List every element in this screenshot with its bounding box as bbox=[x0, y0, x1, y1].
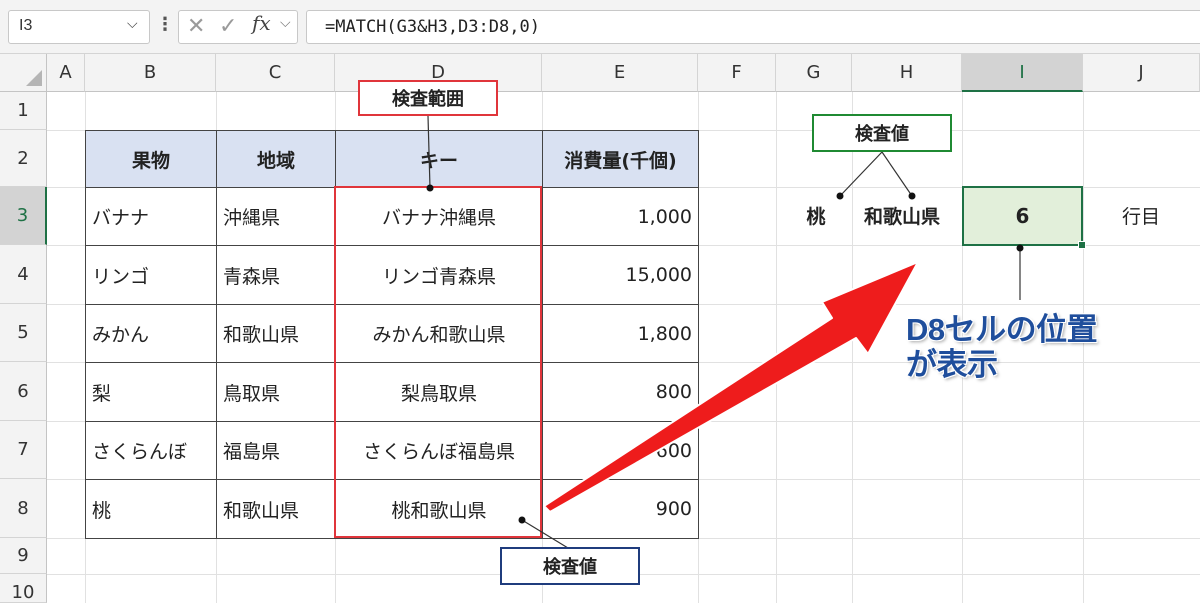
row-header-2[interactable]: 2 bbox=[0, 130, 47, 187]
result-annotation: D8セルの位置 が表示 bbox=[906, 312, 1098, 382]
fill-handle[interactable] bbox=[1078, 241, 1086, 249]
column-header-c[interactable]: C bbox=[216, 54, 335, 92]
select-all-triangle-icon bbox=[26, 70, 42, 86]
row-header-5[interactable]: 5 bbox=[0, 304, 47, 362]
table-cell[interactable]: 900 bbox=[542, 479, 699, 539]
row-header-7[interactable]: 7 bbox=[0, 421, 47, 479]
lookup-range-highlight bbox=[334, 186, 542, 538]
lookup-dot-left bbox=[836, 192, 844, 200]
cell-g3[interactable]: 桃 bbox=[780, 202, 852, 229]
chevron-down-icon[interactable]: ⌵ bbox=[280, 15, 291, 31]
lookup-value-callout-top: 検査値 bbox=[812, 114, 952, 152]
more-options-icon[interactable]: ⋮ bbox=[156, 14, 174, 35]
enter-icon[interactable]: ✓ bbox=[219, 14, 237, 39]
cell-h3[interactable]: 和歌山県 bbox=[850, 202, 954, 229]
insert-function-icon[interactable]: fx bbox=[252, 11, 271, 35]
table-cell[interactable]: 1,800 bbox=[542, 304, 699, 363]
table-cell[interactable]: 600 bbox=[542, 421, 699, 480]
row-header-1[interactable]: 1 bbox=[0, 92, 47, 130]
table-header-cell[interactable]: 消費量(千個) bbox=[542, 130, 699, 188]
table-cell[interactable]: 鳥取県 bbox=[216, 362, 336, 422]
grid-vline bbox=[776, 92, 777, 603]
table-header-cell[interactable]: キー bbox=[335, 130, 543, 188]
lookup-leader-right bbox=[881, 151, 913, 197]
row-header-8[interactable]: 8 bbox=[0, 479, 47, 538]
lookup-leader-left bbox=[839, 151, 883, 197]
table-cell[interactable]: 和歌山県 bbox=[216, 304, 336, 363]
row-header-10[interactable]: 10 bbox=[0, 574, 47, 603]
table-cell[interactable]: 青森県 bbox=[216, 245, 336, 305]
table-header-cell[interactable]: 地域 bbox=[216, 130, 336, 188]
table-header-cell[interactable]: 果物 bbox=[85, 130, 217, 188]
column-header-j[interactable]: J bbox=[1083, 54, 1200, 92]
grid-vline bbox=[852, 92, 853, 603]
cell-i3-result[interactable]: 6 bbox=[962, 186, 1083, 246]
table-cell[interactable]: 梨 bbox=[85, 362, 217, 422]
column-header-e[interactable]: E bbox=[542, 54, 698, 92]
column-header-g[interactable]: G bbox=[776, 54, 852, 92]
lookup-value-callout-bottom: 検査値 bbox=[500, 547, 640, 585]
table-cell[interactable]: 福島県 bbox=[216, 421, 336, 480]
column-header-f[interactable]: F bbox=[698, 54, 776, 92]
cancel-icon[interactable]: ✕ bbox=[187, 14, 205, 39]
row-header-3[interactable]: 3 bbox=[0, 187, 47, 245]
table-cell[interactable]: 桃 bbox=[85, 479, 217, 539]
table-cell[interactable]: みかん bbox=[85, 304, 217, 363]
range-callout: 検査範囲 bbox=[358, 80, 498, 116]
table-cell[interactable]: 15,000 bbox=[542, 245, 699, 305]
table-cell[interactable]: 1,000 bbox=[542, 187, 699, 246]
lookup-dot-right bbox=[908, 192, 916, 200]
table-cell[interactable]: バナナ bbox=[85, 187, 217, 246]
column-header-a[interactable]: A bbox=[47, 54, 85, 92]
name-box[interactable]: I3 ⌵ bbox=[8, 10, 150, 44]
formula-text: =MATCH(G3&H3,D3:D8,0) bbox=[325, 17, 540, 37]
row-header-9[interactable]: 9 bbox=[0, 538, 47, 574]
table-cell[interactable]: リンゴ bbox=[85, 245, 217, 305]
table-cell[interactable]: 800 bbox=[542, 362, 699, 422]
chevron-down-icon[interactable]: ⌵ bbox=[127, 16, 138, 32]
cell-j3[interactable]: 行目 bbox=[1096, 202, 1186, 229]
column-header-h[interactable]: H bbox=[852, 54, 962, 92]
row-header-6[interactable]: 6 bbox=[0, 362, 47, 421]
annotation-line-2: が表示 bbox=[906, 347, 998, 382]
table-cell[interactable]: 和歌山県 bbox=[216, 479, 336, 539]
table-cell[interactable]: 沖縄県 bbox=[216, 187, 336, 246]
formula-input[interactable]: =MATCH(G3&H3,D3:D8,0) bbox=[306, 10, 1200, 44]
annotation-line-1: D8セルの位置 bbox=[906, 312, 1098, 347]
row-header-4[interactable]: 4 bbox=[0, 245, 47, 304]
table-cell[interactable]: さくらんぼ bbox=[85, 421, 217, 480]
name-box-value: I3 bbox=[19, 17, 33, 34]
column-header-i[interactable]: I bbox=[962, 54, 1083, 92]
column-header-b[interactable]: B bbox=[85, 54, 216, 92]
